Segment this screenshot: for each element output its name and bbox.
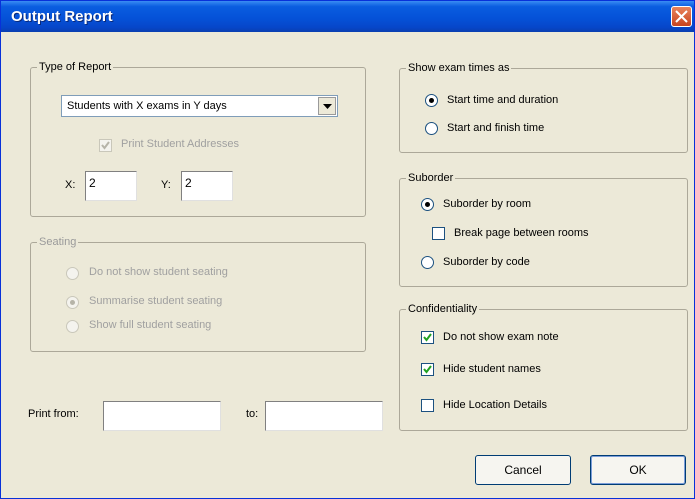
suborder-by-room-label: Suborder by room bbox=[443, 198, 532, 210]
print-addresses-checkbox[interactable] bbox=[99, 139, 112, 152]
hide-exam-note-label: Do not show exam note bbox=[443, 331, 559, 343]
exam-times-duration-label: Start time and duration bbox=[447, 94, 559, 106]
y-label: Y: bbox=[161, 179, 171, 191]
confidentiality-legend: Confidentiality bbox=[408, 303, 478, 315]
break-page-label: Break page between rooms bbox=[454, 227, 589, 239]
seating-option-summarise-radio[interactable] bbox=[66, 296, 79, 309]
hide-location-details-label: Hide Location Details bbox=[443, 399, 547, 411]
exam-times-duration-radio[interactable] bbox=[425, 94, 438, 107]
ok-button[interactable]: OK bbox=[590, 455, 686, 485]
output-report-dialog: Output Report Type of Report Students wi… bbox=[0, 0, 695, 499]
print-from-label: Print from: bbox=[28, 408, 79, 420]
show-exam-times-legend: Show exam times as bbox=[408, 62, 510, 74]
hide-student-names-checkbox[interactable] bbox=[421, 363, 434, 376]
window-title: Output Report bbox=[11, 8, 113, 25]
suborder-by-code-label: Suborder by code bbox=[443, 256, 530, 268]
close-button[interactable] bbox=[671, 6, 692, 27]
title-bar[interactable]: Output Report bbox=[1, 1, 694, 32]
checkmark-icon bbox=[423, 333, 432, 342]
print-from-input[interactable] bbox=[103, 401, 221, 431]
print-to-input[interactable] bbox=[265, 401, 383, 431]
checkmark-icon bbox=[101, 141, 110, 150]
suborder-legend: Suborder bbox=[408, 172, 454, 184]
break-page-checkbox[interactable] bbox=[432, 227, 445, 240]
hide-location-details-checkbox[interactable] bbox=[421, 399, 434, 412]
seating-option-summarise-label: Summarise student seating bbox=[89, 295, 223, 307]
hide-student-names-label: Hide student names bbox=[443, 363, 541, 375]
close-icon bbox=[675, 10, 688, 23]
y-input[interactable]: 2 bbox=[181, 171, 233, 201]
suborder-by-room-radio[interactable] bbox=[421, 198, 434, 211]
seating-option-full-radio[interactable] bbox=[66, 320, 79, 333]
type-of-report-legend: Type of Report bbox=[39, 61, 112, 73]
seating-option-none-label: Do not show student seating bbox=[89, 266, 228, 278]
cancel-button[interactable]: Cancel bbox=[475, 455, 571, 485]
seating-option-none-radio[interactable] bbox=[66, 267, 79, 280]
print-to-label: to: bbox=[246, 408, 259, 420]
exam-times-finish-label: Start and finish time bbox=[447, 122, 545, 134]
dropdown-arrow-button[interactable] bbox=[318, 97, 336, 115]
chevron-down-icon bbox=[323, 104, 332, 109]
report-type-select[interactable]: Students with X exams in Y days bbox=[61, 95, 338, 117]
seating-group: Seating bbox=[30, 236, 366, 352]
report-type-value: Students with X exams in Y days bbox=[67, 100, 227, 112]
show-exam-times-group: Show exam times as bbox=[399, 62, 688, 153]
x-label: X: bbox=[65, 179, 76, 191]
x-input[interactable]: 2 bbox=[85, 171, 137, 201]
seating-option-full-label: Show full student seating bbox=[89, 319, 212, 331]
checkmark-icon bbox=[423, 365, 432, 374]
hide-exam-note-checkbox[interactable] bbox=[421, 331, 434, 344]
print-addresses-label: Print Student Addresses bbox=[121, 138, 240, 150]
suborder-by-code-radio[interactable] bbox=[421, 256, 434, 269]
exam-times-finish-radio[interactable] bbox=[425, 122, 438, 135]
seating-legend: Seating bbox=[39, 236, 77, 248]
